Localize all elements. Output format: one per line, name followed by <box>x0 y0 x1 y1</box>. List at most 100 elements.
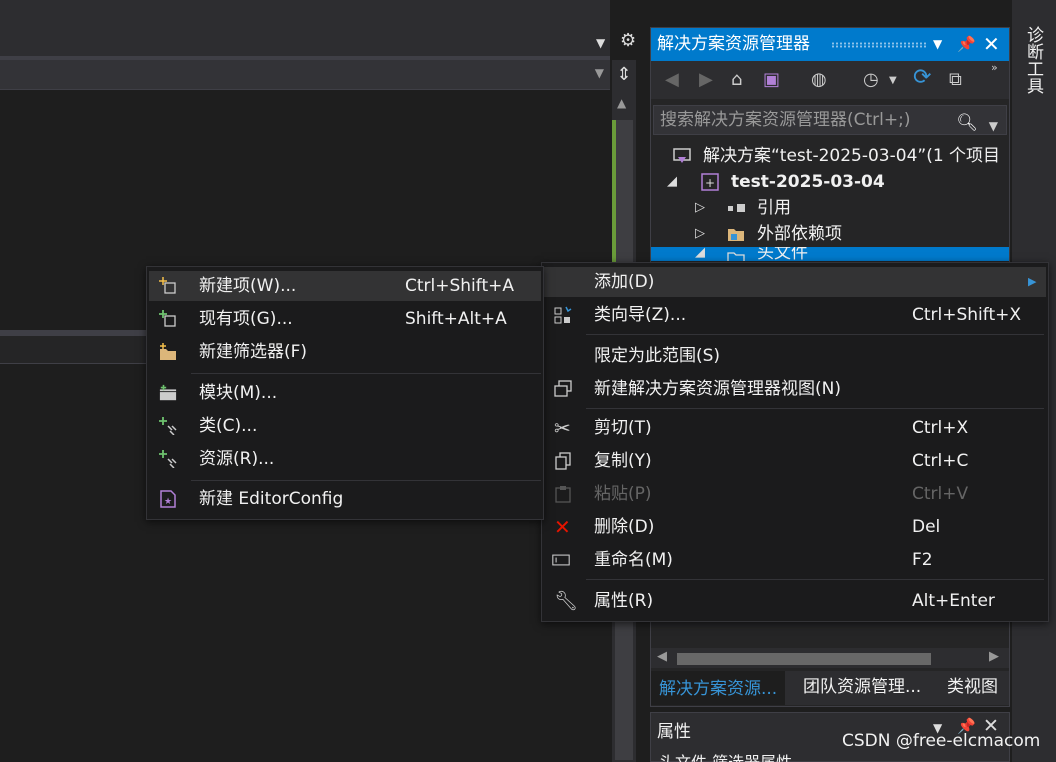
menu-item-label: 剪切(T) <box>594 418 652 438</box>
scrollbar-thumb[interactable] <box>677 653 931 665</box>
menu-item-shortcut: Shift+Alt+A <box>405 309 507 329</box>
resource-icon <box>159 450 177 468</box>
menu-item-shortcut: Ctrl+V <box>912 484 969 504</box>
menu-separator <box>191 373 541 374</box>
menu-item-new-filter[interactable]: 新建筛选器(F) <box>149 337 541 367</box>
search-placeholder: 搜索解决方案资源管理器(Ctrl+;) <box>660 110 911 130</box>
pending-changes-icon[interactable]: ◷ <box>863 69 879 90</box>
module-icon <box>159 384 177 401</box>
wrench-icon: 🔧︎ <box>554 590 579 612</box>
tab-dropdown-icon[interactable]: ▼ <box>596 36 605 50</box>
menu-item-label: 模块(M)... <box>199 383 278 403</box>
menu-item-shortcut: F2 <box>912 550 933 570</box>
cpp-project-icon: + <box>701 173 719 191</box>
close-icon[interactable]: ✕ <box>983 28 1000 61</box>
menu-item-cut[interactable]: ✂ 剪切(T) Ctrl+X <box>544 413 1046 443</box>
menu-item-paste[interactable]: 粘贴(P) Ctrl+V <box>544 479 1046 509</box>
menu-item-shortcut: Ctrl+X <box>912 418 969 438</box>
paste-icon <box>555 486 571 503</box>
horizontal-scrollbar[interactable]: ◀ ▶ <box>651 648 1009 668</box>
overflow-icon[interactable]: » <box>991 61 998 74</box>
switch-views-icon[interactable]: ▣ <box>763 69 780 90</box>
menu-item-delete[interactable]: ✕ 删除(D) Del <box>544 512 1046 542</box>
gear-icon[interactable]: ⚙ <box>620 30 636 51</box>
chevron-down-icon[interactable]: ▼ <box>889 75 897 86</box>
tree-item-references[interactable]: ▷ 引用 <box>651 195 1009 221</box>
collapsed-arrow-icon[interactable]: ▷ <box>695 221 705 247</box>
globe-icon[interactable]: ◍ <box>811 69 827 90</box>
references-icon <box>728 204 745 212</box>
tab-solution-explorer[interactable]: 解决方案资源... <box>651 671 786 705</box>
menu-item-existing-item[interactable]: 现有项(G)... Shift+Alt+A <box>149 304 541 334</box>
scroll-left-icon[interactable]: ◀ <box>657 649 667 664</box>
class-wizard-icon <box>554 306 572 324</box>
tree-item-header-files[interactable]: ◢ 头文件 <box>651 247 1009 261</box>
solution-explorer-title-bar[interactable]: 解决方案资源管理器 ▼ 📌 ✕ <box>651 28 1009 61</box>
menu-item-new-explorer-view[interactable]: 新建解决方案资源管理器视图(N) <box>544 374 1046 404</box>
menu-item-label: 属性(R) <box>594 591 654 611</box>
menu-item-shortcut: Del <box>912 517 941 537</box>
search-input[interactable]: 搜索解决方案资源管理器(Ctrl+;) 🔍︎ ▼ <box>653 105 1007 135</box>
menu-item-class[interactable]: 类(C)... <box>149 411 541 441</box>
menu-item-add[interactable]: 添加(D) ▶ <box>544 267 1046 297</box>
chevron-down-icon[interactable]: ▼ <box>989 112 998 140</box>
menu-item-label: 复制(Y) <box>594 451 652 471</box>
new-filter-icon <box>160 343 176 360</box>
panel-tab-strip: 解决方案资源... 团队资源管理... 类视图 <box>651 671 1009 705</box>
menu-item-label: 新建解决方案资源管理器视图(N) <box>594 379 841 399</box>
menu-item-shortcut: Ctrl+Shift+X <box>912 305 1022 325</box>
menu-item-label: 新建项(W)... <box>199 276 297 296</box>
editorconfig-icon: ★ <box>160 490 176 508</box>
split-window-icon[interactable]: ⇕ <box>612 60 636 90</box>
menu-item-resource[interactable]: 资源(R)... <box>149 444 541 474</box>
menu-item-copy[interactable]: 复制(Y) Ctrl+C <box>544 446 1046 476</box>
collapsed-arrow-icon[interactable]: ▷ <box>695 195 705 221</box>
forward-icon[interactable]: ▶ <box>699 69 713 90</box>
home-icon[interactable]: ⌂ <box>731 69 742 90</box>
menu-separator <box>586 408 1044 409</box>
tree-item-external-dependencies[interactable]: ▷ 外部依赖项 <box>651 221 1009 247</box>
context-menu: 添加(D) ▶ 类向导(Z)... Ctrl+Shift+X 限定为此范围(S)… <box>541 262 1049 622</box>
menu-item-rename[interactable]: 重命名(M) F2 <box>544 545 1046 575</box>
tree-item-label: 引用 <box>757 198 791 218</box>
menu-item-label: 添加(D) <box>594 272 655 292</box>
solution-explorer-toolbar: ◀ ▶ ⌂ ▣ ◍ ◷ ▼ ⟳ ⧉ » <box>651 61 1009 99</box>
rename-icon <box>552 554 570 566</box>
menu-item-scope-to-this[interactable]: 限定为此范围(S) <box>544 341 1046 371</box>
menu-item-new-editorconfig[interactable]: ★ 新建 EditorConfig <box>149 484 541 514</box>
menu-item-label: 类(C)... <box>199 416 258 436</box>
navigation-dropdown[interactable]: ▼ <box>0 60 610 90</box>
submenu-arrow-icon: ▶ <box>1028 275 1037 288</box>
collapse-all-icon[interactable]: ⧉ <box>949 69 962 90</box>
tab-class-view[interactable]: 类视图 <box>947 671 998 705</box>
back-icon[interactable]: ◀ <box>665 69 679 90</box>
menu-item-label: 重命名(M) <box>594 550 673 570</box>
expanded-arrow-icon[interactable]: ◢ <box>695 247 705 261</box>
menu-item-module[interactable]: 模块(M)... <box>149 378 541 408</box>
scroll-right-icon[interactable]: ▶ <box>989 649 999 664</box>
menu-item-properties[interactable]: 🔧︎ 属性(R) Alt+Enter <box>544 586 1046 616</box>
tree-item-label: 头文件 <box>757 247 808 261</box>
tree-item-project[interactable]: ◢ + test-2025-03-04 <box>651 169 1009 195</box>
tree-item-solution[interactable]: 解决方案“test-2025-03-04”(1 个项目 <box>651 143 1009 169</box>
panel-title: 解决方案资源管理器 <box>657 34 810 54</box>
menu-item-shortcut: Ctrl+C <box>912 451 969 471</box>
copy-icon <box>555 452 571 470</box>
refresh-icon[interactable]: ⟳ <box>913 65 931 90</box>
panel-menu-icon[interactable]: ▼ <box>933 28 942 61</box>
folder-icon <box>728 229 744 241</box>
menu-separator <box>586 579 1044 580</box>
menu-item-class-wizard[interactable]: 类向导(Z)... Ctrl+Shift+X <box>544 300 1046 330</box>
search-icon[interactable]: 🔍︎ <box>956 109 978 137</box>
expanded-arrow-icon[interactable]: ◢ <box>667 169 677 195</box>
menu-item-shortcut: Ctrl+Shift+A <box>405 276 515 296</box>
menu-item-label: 类向导(Z)... <box>594 305 687 325</box>
tab-team-explorer[interactable]: 团队资源管理... <box>803 671 921 705</box>
pin-icon[interactable]: 📌 <box>957 28 976 61</box>
menu-item-label: 现有项(G)... <box>199 309 293 329</box>
menu-item-label: 限定为此范围(S) <box>594 346 721 366</box>
menu-item-new-item[interactable]: 新建项(W)... Ctrl+Shift+A <box>149 271 541 301</box>
new-view-icon <box>554 380 572 397</box>
diagnostic-tools-tab[interactable]: 诊断工具 <box>1020 26 1043 94</box>
scroll-up-icon[interactable]: ▲ <box>617 96 626 110</box>
